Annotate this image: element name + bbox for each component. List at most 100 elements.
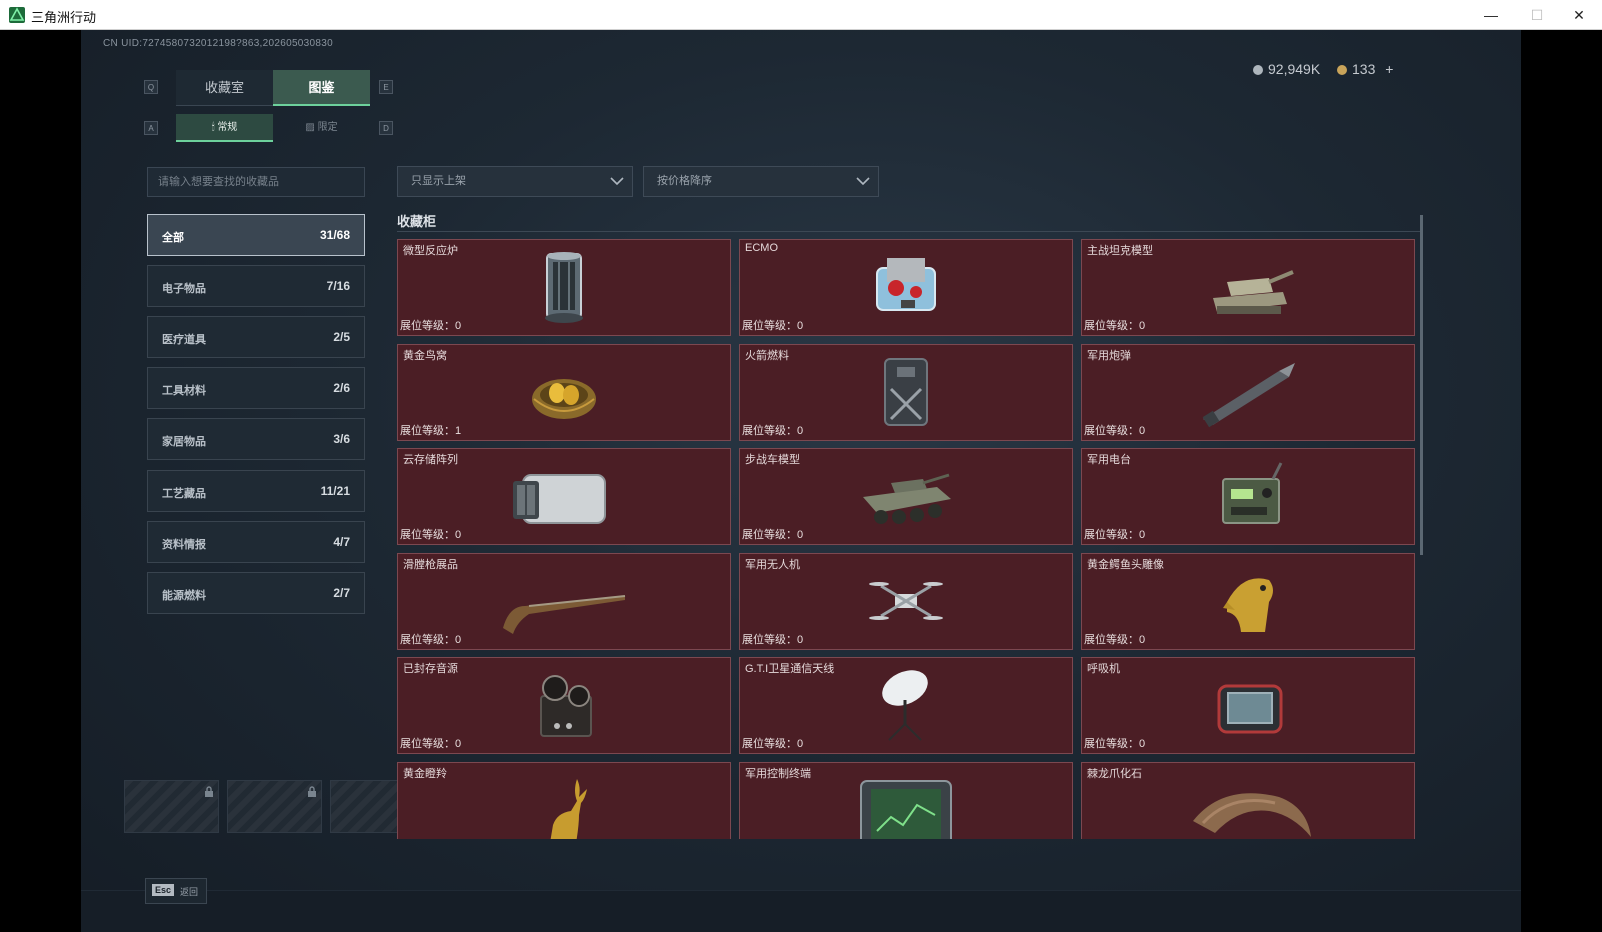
- level-prefix: 展位等级：: [1084, 424, 1139, 437]
- coin-amount: 92,949K: [1268, 61, 1321, 77]
- back-button[interactable]: Esc 返回: [145, 878, 207, 904]
- fuel-can-icon: [841, 353, 971, 431]
- subtab-regular-label: 常规: [217, 122, 238, 133]
- collection-item-card[interactable]: 呼吸机 展位等级：0: [1081, 657, 1415, 754]
- level-prefix: 展位等级：: [742, 529, 797, 541]
- satellite-dish-icon: [841, 666, 971, 744]
- section-title: 收藏柜: [397, 214, 437, 229]
- collection-item-card[interactable]: 黄金鸟窝 展位等级：1: [397, 343, 731, 441]
- collection-item-card[interactable]: G.T.I卫星通信天线展位等级：0: [739, 657, 1073, 754]
- category-medical[interactable]: 医疗道具 2/5: [147, 316, 365, 358]
- category-energy[interactable]: 能源燃料 2/7: [147, 572, 365, 614]
- item-level: 展位等级：0: [1084, 317, 1145, 333]
- display-filter-dropdown[interactable]: 只显示上架: [397, 166, 633, 197]
- tab-collection-room[interactable]: 收藏室: [176, 70, 273, 106]
- item-name: 军用无人机: [745, 558, 800, 571]
- collection-item-card[interactable]: 黄金瞪羚: [397, 761, 731, 839]
- level-value: 0: [1139, 633, 1146, 646]
- item-name: 黄金鳄鱼头雕像: [1087, 558, 1164, 571]
- collection-item-card[interactable]: ECMO 展位等级：0: [739, 239, 1073, 336]
- chevron-down-icon: [610, 177, 624, 186]
- subtab-limited[interactable]: ▨ 限定: [273, 114, 370, 142]
- collection-item-card[interactable]: 火箭燃料 展位等级：0: [739, 343, 1073, 441]
- category-crafts[interactable]: 工艺藏品 11/21: [147, 470, 365, 512]
- collection-item-card[interactable]: 滑膛枪展品 展位等级：0: [397, 552, 731, 650]
- level-value: 0: [1139, 320, 1146, 332]
- collection-item-card[interactable]: 主战坦克模型 展位等级：0: [1081, 239, 1415, 336]
- category-household[interactable]: 家居物品 3/6: [147, 418, 365, 460]
- bottom-bar: [81, 890, 1521, 932]
- letterbox-right: [1521, 30, 1602, 932]
- ventilator-icon: [1183, 666, 1313, 744]
- maximize-button[interactable]: ☐: [1514, 0, 1560, 30]
- locked-slot: [227, 780, 322, 833]
- tape-recorder-icon: [499, 666, 629, 744]
- item-level: 展位等级：0: [1084, 422, 1145, 438]
- item-level: 展位等级：0: [742, 735, 803, 751]
- subtab-limited-label: 限定: [317, 122, 338, 133]
- collection-item-card[interactable]: 步战车模型 展位等级：0: [739, 448, 1073, 545]
- category-tools[interactable]: 工具材料 2/6: [147, 367, 365, 409]
- item-name: 军用电台: [1087, 454, 1131, 466]
- add-currency-button[interactable]: +: [1385, 61, 1393, 77]
- minimize-button[interactable]: —: [1468, 0, 1514, 30]
- token-amount: 133: [1352, 61, 1376, 77]
- ifv-icon: [841, 457, 971, 535]
- item-name: ECMO: [745, 242, 778, 254]
- collection-item-card[interactable]: 军用电台 展位等级：0: [1081, 448, 1415, 545]
- lock-icon: [204, 785, 214, 803]
- window-title: 三角洲行动: [31, 10, 97, 25]
- collection-item-card[interactable]: 云存储阵列 展位等级：0: [397, 448, 731, 545]
- app-logo-icon: [9, 7, 25, 23]
- level-value: 0: [797, 738, 804, 750]
- letterbox-left: [0, 30, 81, 932]
- category-all[interactable]: 全部 31/68: [147, 214, 365, 256]
- close-button[interactable]: ✕: [1556, 0, 1602, 30]
- search-input[interactable]: 请输入想要查找的收藏品: [147, 167, 365, 197]
- level-prefix: 展位等级：: [400, 320, 455, 332]
- main-tabs: 收藏室 图鉴: [176, 70, 371, 106]
- sort-label: 按价格降序: [657, 175, 712, 187]
- item-level: 展位等级：0: [742, 317, 803, 333]
- musket-icon: [499, 562, 629, 640]
- key-hint-q: Q: [144, 80, 158, 94]
- golden-nest-icon: [499, 353, 629, 431]
- level-value: 0: [1139, 738, 1146, 750]
- collection-item-card[interactable]: 黄金鳄鱼头雕像 展位等级：0: [1081, 552, 1415, 650]
- collection-item-card[interactable]: 棘龙爪化石: [1081, 761, 1415, 839]
- level-value: 0: [797, 529, 804, 541]
- collection-item-card[interactable]: 已封存音源 展位等级：0: [397, 657, 731, 754]
- level-prefix: 展位等级：: [1084, 633, 1139, 646]
- item-name: 黄金瞪羚: [403, 767, 447, 780]
- item-name: 微型反应炉: [403, 245, 458, 257]
- croc-statue-icon: [1183, 562, 1313, 640]
- collection-item-card[interactable]: 军用无人机 展位等级：0: [739, 552, 1073, 650]
- item-name: 军用炮弹: [1087, 349, 1131, 362]
- item-level: 展位等级：0: [742, 526, 803, 542]
- locked-slot: [124, 780, 219, 833]
- collection-item-card[interactable]: 微型反应炉展位等级：0: [397, 239, 731, 336]
- image-icon: ▨: [305, 122, 318, 133]
- item-name: 军用控制终端: [745, 767, 811, 780]
- item-name: G.T.I卫星通信天线: [745, 663, 835, 675]
- level-value: 0: [1139, 424, 1146, 437]
- tab-catalog[interactable]: 图鉴: [273, 70, 370, 106]
- collection-item-card[interactable]: 军用控制终端: [739, 761, 1073, 839]
- token-balance: 133 +: [1337, 61, 1393, 77]
- esc-key-hint: Esc: [152, 884, 175, 896]
- category-intel[interactable]: 资料情报 4/7: [147, 521, 365, 563]
- item-name: 火箭燃料: [745, 349, 789, 362]
- item-level: 展位等级：0: [400, 317, 461, 333]
- item-name: 云存储阵列: [403, 454, 458, 466]
- sort-dropdown[interactable]: 按价格降序: [643, 166, 879, 197]
- level-value: 0: [455, 320, 462, 332]
- lock-icon: [307, 785, 317, 803]
- level-prefix: 展位等级：: [1084, 738, 1139, 750]
- level-value: 0: [797, 633, 804, 646]
- subtab-regular[interactable]: 🕯︎ 常规: [176, 114, 273, 142]
- category-electronics[interactable]: 电子物品 7/16: [147, 265, 365, 307]
- radio-icon: [1183, 457, 1313, 535]
- grid-scrollbar[interactable]: [1420, 215, 1423, 555]
- collection-item-card[interactable]: 军用炮弹展位等级：0: [1081, 343, 1415, 441]
- back-label: 返回: [180, 887, 199, 897]
